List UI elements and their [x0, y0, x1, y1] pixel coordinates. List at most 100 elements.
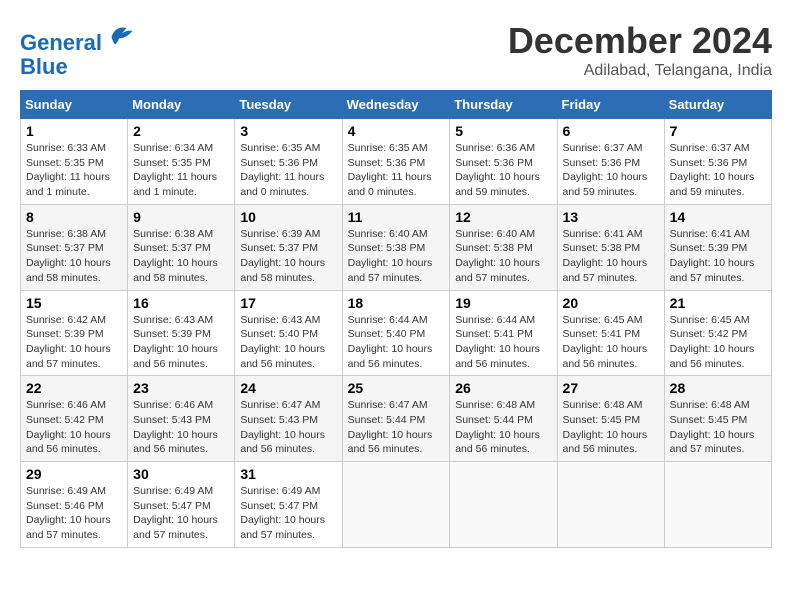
calendar-cell: 25Sunrise: 6:47 AMSunset: 5:44 PMDayligh…	[342, 376, 450, 462]
calendar-cell	[664, 462, 771, 548]
calendar-cell: 6Sunrise: 6:37 AMSunset: 5:36 PMDaylight…	[557, 119, 664, 205]
column-header-thursday: Thursday	[450, 91, 557, 119]
calendar-week-row: 1 Sunrise: 6:33 AMSunset: 5:35 PMDaylight…	[21, 119, 772, 205]
calendar-cell: 3 Sunrise: 6:35 AMSunset: 5:36 PMDaylight…	[235, 119, 342, 205]
calendar-cell: 1 Sunrise: 6:33 AMSunset: 5:35 PMDaylight…	[21, 119, 128, 205]
day-number: 6	[563, 123, 659, 139]
day-number: 9	[133, 209, 229, 225]
column-header-wednesday: Wednesday	[342, 91, 450, 119]
day-number: 1	[26, 123, 122, 139]
day-number: 14	[670, 209, 766, 225]
day-info: Sunrise: 6:47 AMSunset: 5:43 PMDaylight:…	[240, 398, 336, 457]
month-title: December 2024	[508, 20, 772, 62]
calendar-cell: 24 Sunrise: 6:47 AMSunset: 5:43 PMDayligh…	[235, 376, 342, 462]
day-info: Sunrise: 6:46 AMSunset: 5:43 PMDaylight:…	[133, 398, 229, 457]
calendar-cell: 18 Sunrise: 6:44 AMSunset: 5:40 PMDayligh…	[342, 290, 450, 376]
day-info: Sunrise: 6:35 AMSunset: 5:36 PMDaylight:…	[348, 141, 445, 200]
column-header-sunday: Sunday	[21, 91, 128, 119]
day-info: Sunrise: 6:48 AMSunset: 5:44 PMDaylight:…	[455, 398, 551, 457]
day-number: 8	[26, 209, 122, 225]
page-header: General Blue December 2024 Adilabad, Tel…	[20, 20, 772, 80]
location: Adilabad, Telangana, India	[508, 62, 772, 80]
day-number: 5	[455, 123, 551, 139]
column-header-friday: Friday	[557, 91, 664, 119]
day-number: 21	[670, 295, 766, 311]
calendar-cell: 19 Sunrise: 6:44 AMSunset: 5:41 PMDayligh…	[450, 290, 557, 376]
calendar-cell: 26 Sunrise: 6:48 AMSunset: 5:44 PMDayligh…	[450, 376, 557, 462]
column-header-tuesday: Tuesday	[235, 91, 342, 119]
day-number: 20	[563, 295, 659, 311]
calendar-cell: 13 Sunrise: 6:41 AMSunset: 5:38 PMDayligh…	[557, 204, 664, 290]
day-info: Sunrise: 6:48 AMSunset: 5:45 PMDaylight:…	[670, 398, 766, 457]
calendar-week-row: 8 Sunrise: 6:38 AMSunset: 5:37 PMDaylight…	[21, 204, 772, 290]
calendar-cell: 9 Sunrise: 6:38 AMSunset: 5:37 PMDaylight…	[128, 204, 235, 290]
column-header-monday: Monday	[128, 91, 235, 119]
calendar-cell: 8 Sunrise: 6:38 AMSunset: 5:37 PMDaylight…	[21, 204, 128, 290]
day-info: Sunrise: 6:38 AMSunset: 5:37 PMDaylight:…	[26, 227, 122, 286]
day-info: Sunrise: 6:45 AMSunset: 5:42 PMDaylight:…	[670, 313, 766, 372]
calendar-cell: 7 Sunrise: 6:37 AMSunset: 5:36 PMDaylight…	[664, 119, 771, 205]
day-info: Sunrise: 6:43 AMSunset: 5:40 PMDaylight:…	[240, 313, 336, 372]
calendar-cell: 31Sunrise: 6:49 AMSunset: 5:47 PMDayligh…	[235, 462, 342, 548]
day-info: Sunrise: 6:44 AMSunset: 5:41 PMDaylight:…	[455, 313, 551, 372]
day-number: 15	[26, 295, 122, 311]
day-number: 23	[133, 380, 229, 396]
day-info: Sunrise: 6:41 AMSunset: 5:39 PMDaylight:…	[670, 227, 766, 286]
calendar-cell: 11 Sunrise: 6:40 AMSunset: 5:38 PMDayligh…	[342, 204, 450, 290]
calendar-cell	[450, 462, 557, 548]
day-number: 24	[240, 380, 336, 396]
day-info: Sunrise: 6:43 AMSunset: 5:39 PMDaylight:…	[133, 313, 229, 372]
day-info: Sunrise: 6:48 AMSunset: 5:45 PMDaylight:…	[563, 398, 659, 457]
day-info: Sunrise: 6:45 AMSunset: 5:41 PMDaylight:…	[563, 313, 659, 372]
calendar-cell: 22 Sunrise: 6:46 AMSunset: 5:42 PMDayligh…	[21, 376, 128, 462]
day-info: Sunrise: 6:37 AMSunset: 5:36 PMDaylight:…	[670, 141, 766, 200]
day-number: 27	[563, 380, 659, 396]
day-info: Sunrise: 6:42 AMSunset: 5:39 PMDaylight:…	[26, 313, 122, 372]
day-info: Sunrise: 6:34 AMSunset: 5:35 PMDaylight:…	[133, 141, 229, 200]
calendar-cell: 12 Sunrise: 6:40 AMSunset: 5:38 PMDayligh…	[450, 204, 557, 290]
day-info: Sunrise: 6:47 AMSunset: 5:44 PMDaylight:…	[348, 398, 445, 457]
calendar-cell: 4 Sunrise: 6:35 AMSunset: 5:36 PMDaylight…	[342, 119, 450, 205]
day-info: Sunrise: 6:49 AMSunset: 5:46 PMDaylight:…	[26, 484, 122, 543]
day-info: Sunrise: 6:33 AMSunset: 5:35 PMDaylight:…	[26, 141, 122, 200]
calendar-week-row: 15 Sunrise: 6:42 AMSunset: 5:39 PMDayligh…	[21, 290, 772, 376]
day-number: 30	[133, 466, 229, 482]
calendar-cell: 27 Sunrise: 6:48 AMSunset: 5:45 PMDayligh…	[557, 376, 664, 462]
day-number: 3	[240, 123, 336, 139]
day-number: 13	[563, 209, 659, 225]
day-info: Sunrise: 6:44 AMSunset: 5:40 PMDaylight:…	[348, 313, 445, 372]
title-block: December 2024 Adilabad, Telangana, India	[508, 20, 772, 80]
calendar-cell: 10Sunrise: 6:39 AMSunset: 5:37 PMDayligh…	[235, 204, 342, 290]
day-info: Sunrise: 6:38 AMSunset: 5:37 PMDaylight:…	[133, 227, 229, 286]
calendar-cell: 5Sunrise: 6:36 AMSunset: 5:36 PMDaylight…	[450, 119, 557, 205]
calendar-week-row: 29Sunrise: 6:49 AMSunset: 5:46 PMDayligh…	[21, 462, 772, 548]
day-info: Sunrise: 6:49 AMSunset: 5:47 PMDaylight:…	[133, 484, 229, 543]
calendar-cell: 30 Sunrise: 6:49 AMSunset: 5:47 PMDayligh…	[128, 462, 235, 548]
day-number: 7	[670, 123, 766, 139]
day-number: 19	[455, 295, 551, 311]
day-number: 16	[133, 295, 229, 311]
column-header-saturday: Saturday	[664, 91, 771, 119]
day-info: Sunrise: 6:40 AMSunset: 5:38 PMDaylight:…	[348, 227, 445, 286]
day-info: Sunrise: 6:35 AMSunset: 5:36 PMDaylight:…	[240, 141, 336, 200]
calendar-cell: 2 Sunrise: 6:34 AMSunset: 5:35 PMDaylight…	[128, 119, 235, 205]
calendar-cell	[342, 462, 450, 548]
day-info: Sunrise: 6:41 AMSunset: 5:38 PMDaylight:…	[563, 227, 659, 286]
calendar-cell: 15 Sunrise: 6:42 AMSunset: 5:39 PMDayligh…	[21, 290, 128, 376]
calendar-header-row: SundayMondayTuesdayWednesdayThursdayFrid…	[21, 91, 772, 119]
calendar-cell: 23 Sunrise: 6:46 AMSunset: 5:43 PMDayligh…	[128, 376, 235, 462]
day-number: 22	[26, 380, 122, 396]
calendar-cell: 14 Sunrise: 6:41 AMSunset: 5:39 PMDayligh…	[664, 204, 771, 290]
day-number: 12	[455, 209, 551, 225]
calendar-cell: 17 Sunrise: 6:43 AMSunset: 5:40 PMDayligh…	[235, 290, 342, 376]
day-number: 26	[455, 380, 551, 396]
day-number: 2	[133, 123, 229, 139]
day-number: 11	[348, 209, 445, 225]
calendar-cell: 21 Sunrise: 6:45 AMSunset: 5:42 PMDayligh…	[664, 290, 771, 376]
day-info: Sunrise: 6:40 AMSunset: 5:38 PMDaylight:…	[455, 227, 551, 286]
day-info: Sunrise: 6:46 AMSunset: 5:42 PMDaylight:…	[26, 398, 122, 457]
day-number: 18	[348, 295, 445, 311]
day-number: 4	[348, 123, 445, 139]
logo-bird-icon	[104, 20, 134, 50]
day-number: 17	[240, 295, 336, 311]
